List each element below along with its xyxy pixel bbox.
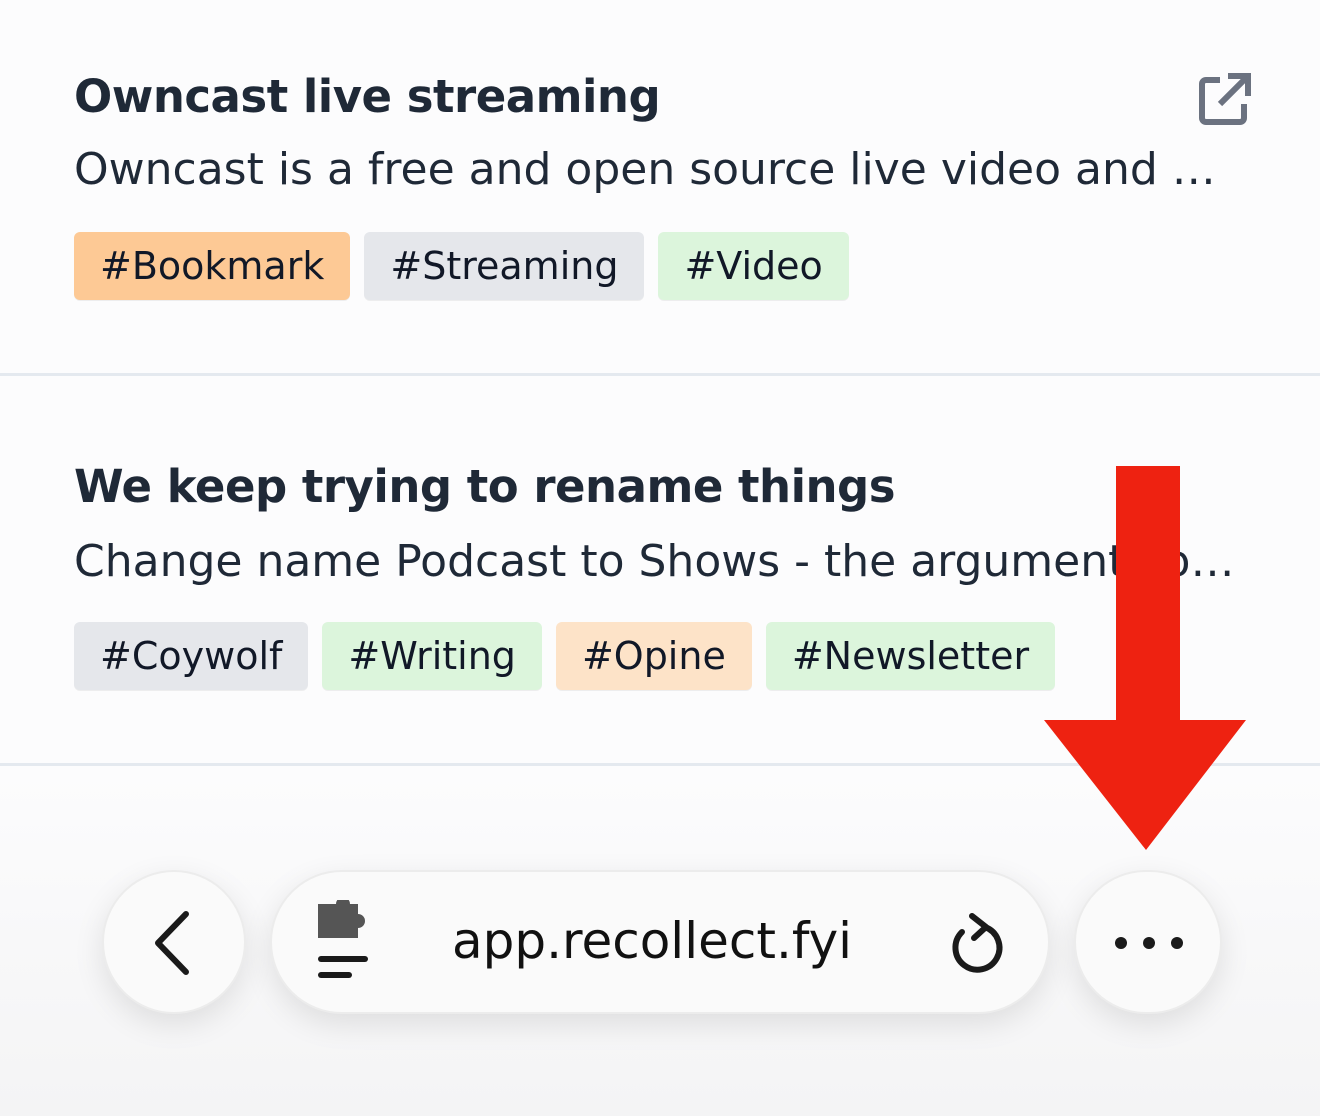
page: Owncast live streaming Owncast is a free… [0, 0, 1320, 1116]
bookmark-description: Owncast is a free and open source live v… [74, 144, 1244, 195]
more-menu-button[interactable] [1074, 870, 1222, 1014]
tag-list: #Coywolf #Writing #Opine #Newsletter [74, 622, 1056, 690]
tag-writing[interactable]: #Writing [322, 622, 542, 690]
chevron-left-icon [155, 911, 189, 975]
bookmark-card-owncast[interactable]: Owncast live streaming Owncast is a free… [0, 0, 1320, 376]
external-link-icon[interactable] [1196, 72, 1252, 128]
url-text[interactable]: app.recollect.fyi [452, 912, 852, 970]
reload-icon[interactable] [948, 912, 1008, 976]
tag-bookmark[interactable]: #Bookmark [74, 232, 351, 300]
tag-opine[interactable]: #Opine [555, 622, 752, 690]
back-button[interactable] [102, 870, 246, 1014]
down-arrow-icon [1044, 466, 1246, 850]
tag-video[interactable]: #Video [658, 232, 849, 300]
more-dots-icon [1115, 937, 1183, 949]
extension-puzzle-icon[interactable] [314, 900, 374, 992]
address-bar[interactable]: app.recollect.fyi [270, 870, 1050, 1014]
tag-newsletter[interactable]: #Newsletter [765, 622, 1056, 690]
bookmark-title[interactable]: Owncast live streaming [74, 70, 661, 123]
bookmark-title[interactable]: We keep trying to rename things [74, 460, 896, 513]
tag-coywolf[interactable]: #Coywolf [74, 622, 309, 690]
tag-list: #Bookmark #Streaming #Video [74, 232, 849, 300]
tag-streaming[interactable]: #Streaming [364, 232, 645, 300]
